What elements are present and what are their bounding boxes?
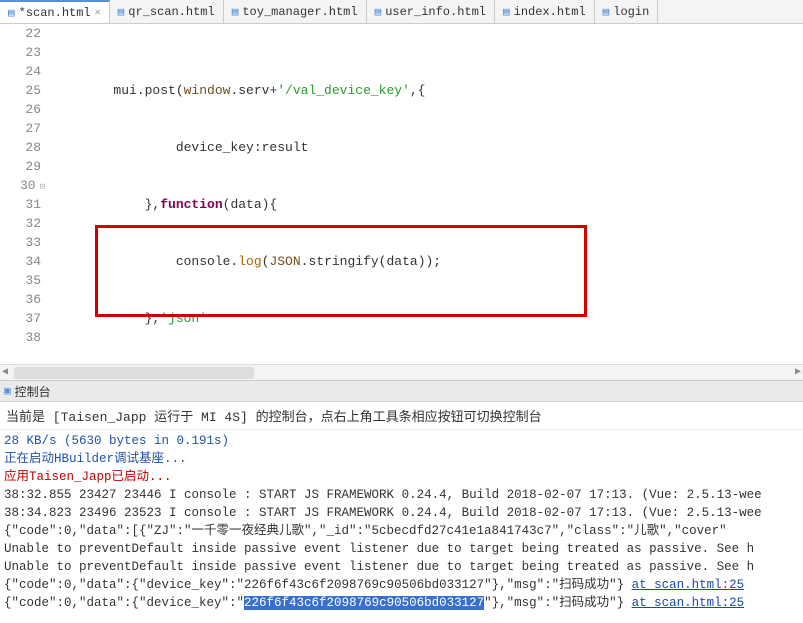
line-number: 33: [0, 233, 41, 252]
console-line: Unable to preventDefault inside passive …: [4, 558, 799, 576]
html-file-icon: ▤: [118, 5, 125, 19]
tab-login[interactable]: ▤login: [595, 0, 659, 23]
html-file-icon: ▤: [603, 5, 610, 19]
line-number: 25: [0, 81, 41, 100]
tab-qr-scan[interactable]: ▤qr_scan.html: [110, 0, 224, 23]
line-number: 38: [0, 328, 41, 347]
console-line: {"code":0,"data":{"device_key":"226f6f43…: [4, 594, 799, 612]
console-line: 38:32.855 23427 23446 I console : START …: [4, 486, 799, 504]
console-line: 应用Taisen_Japp已启动...: [4, 468, 799, 486]
code-line[interactable]: },function(data){: [47, 195, 803, 214]
line-number: 23: [0, 43, 41, 62]
html-file-icon: ▤: [375, 5, 382, 19]
line-number: 30: [0, 176, 41, 195]
tab-label: *scan.html: [19, 6, 91, 20]
editor-tab-bar: ▤*scan.html✕ ▤qr_scan.html ▤toy_manager.…: [0, 0, 803, 24]
code-line[interactable]: device_key:result: [47, 138, 803, 157]
selected-text: 226f6f43c6f2098769c90506bd033127: [244, 596, 484, 610]
console-icon: ▣: [4, 384, 11, 398]
console-line: Unable to preventDefault inside passive …: [4, 540, 799, 558]
html-file-icon: ▤: [8, 6, 15, 20]
console-hint: 当前是 [Taisen_Japp 运行于 MI 4S] 的控制台，点右上角工具条…: [0, 402, 803, 430]
tab-label: login: [613, 5, 649, 19]
console-line: 38:34.823 23496 23523 I console : START …: [4, 504, 799, 522]
close-icon[interactable]: ✕: [95, 7, 101, 19]
line-gutter: 22 23 24 25 26 27 28 29 30 31 32 33 34 3…: [0, 24, 47, 364]
console-line: 正在启动HBuilder调试基座...: [4, 450, 799, 468]
console-panel-header[interactable]: ▣ 控制台: [0, 380, 803, 402]
line-number: 36: [0, 290, 41, 309]
line-number: 35: [0, 271, 41, 290]
line-number: 27: [0, 119, 41, 138]
tab-label: qr_scan.html: [128, 5, 214, 19]
annotation-box: [95, 225, 587, 317]
source-link[interactable]: at scan.html:25: [632, 578, 745, 592]
html-file-icon: ▤: [503, 5, 510, 19]
console-line: {"code":0,"data":{"device_key":"226f6f43…: [4, 576, 799, 594]
line-number: 34: [0, 252, 41, 271]
tab-user-info[interactable]: ▤user_info.html: [367, 0, 495, 23]
console-line: 28 KB/s (5630 bytes in 0.191s): [4, 432, 799, 450]
line-number: 29: [0, 157, 41, 176]
code-body[interactable]: mui.post(window.serv+'/val_device_key',{…: [47, 24, 803, 364]
line-number: 31: [0, 195, 41, 214]
line-number: 28: [0, 138, 41, 157]
source-link[interactable]: at scan.html:25: [632, 596, 745, 610]
console-line: {"code":0,"data":[{"ZJ":"一千零一夜经典儿歌","_id…: [4, 522, 799, 540]
tab-scan[interactable]: ▤ *scan.html ✕: [0, 0, 110, 23]
line-number: 32: [0, 214, 41, 233]
tab-label: toy_manager.html: [242, 5, 357, 19]
html-file-icon: ▤: [232, 5, 239, 19]
code-line[interactable]: mui.post(window.serv+'/val_device_key',{: [47, 81, 803, 100]
scrollbar-thumb[interactable]: [14, 367, 254, 379]
tab-index[interactable]: ▤ index.html: [495, 0, 595, 23]
tab-label: index.html: [514, 5, 586, 19]
tab-toy-manager[interactable]: ▤toy_manager.html: [224, 0, 367, 23]
line-number: 22: [0, 24, 41, 43]
console-title: 控制台: [15, 383, 51, 400]
line-number: 24: [0, 62, 41, 81]
line-number: 26: [0, 100, 41, 119]
console-output[interactable]: 28 KB/s (5630 bytes in 0.191s) 正在启动HBuil…: [0, 430, 803, 614]
horizontal-scrollbar[interactable]: [0, 364, 803, 380]
line-number: 37: [0, 309, 41, 328]
tab-label: user_info.html: [385, 5, 486, 19]
code-editor[interactable]: 22 23 24 25 26 27 28 29 30 31 32 33 34 3…: [0, 24, 803, 364]
